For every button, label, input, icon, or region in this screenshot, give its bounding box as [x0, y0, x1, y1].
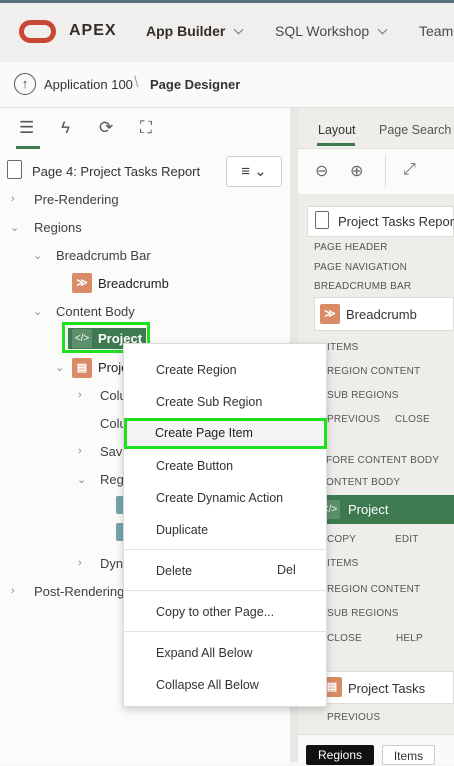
chevron-down-icon[interactable]: ⌄ — [33, 305, 42, 318]
tab-items[interactable]: Items — [382, 745, 435, 765]
chevron-down-icon[interactable]: ⌄ — [10, 221, 19, 234]
tree-content-body[interactable]: Content Body — [56, 304, 135, 319]
chevron-down-icon[interactable]: ⌄ — [77, 473, 86, 486]
toolbar-divider — [385, 155, 386, 187]
nav-app-builder-label: App Builder — [146, 23, 226, 39]
code-icon: </> — [72, 329, 92, 348]
brand-name[interactable]: APEX — [69, 22, 117, 40]
menu-divider — [124, 631, 328, 632]
zoom-out-icon[interactable]: ⊖ — [315, 161, 328, 181]
menu-expand-all-below[interactable]: Expand All Below — [156, 646, 253, 660]
report-region-icon: ▤ — [72, 358, 92, 378]
menu-create-page-item[interactable]: Create Page Item — [124, 418, 327, 449]
rendering-tab-icon[interactable]: ☰ — [19, 118, 34, 138]
menu-create-button[interactable]: Create Button — [156, 459, 233, 473]
chevron-down-icon[interactable]: ⌄ — [55, 361, 64, 374]
label-previous: PREVIOUS — [327, 414, 381, 425]
page-title: Page 4: Project Tasks Report — [32, 164, 201, 179]
chevron-down-icon — [377, 24, 388, 35]
chevron-right-icon[interactable]: › — [11, 585, 15, 597]
label-region-content: REGION CONTENT — [327, 366, 421, 377]
zoom-in-icon[interactable]: ⊕ — [350, 161, 363, 181]
label-items-2: ITEMS — [327, 558, 359, 569]
menu-create-dynamic-action[interactable]: Create Dynamic Action — [156, 491, 283, 505]
chevron-right-icon[interactable]: › — [78, 445, 82, 457]
nav-team-label: Team — [419, 23, 454, 39]
tree-breadcrumb-bar[interactable]: Breadcrumb Bar — [56, 248, 151, 263]
label-help: HELP — [396, 633, 423, 644]
active-tab-indicator — [317, 143, 355, 146]
menu-divider — [124, 549, 328, 550]
label-copy: COPY — [327, 534, 357, 545]
page-icon — [7, 160, 22, 179]
label-sub-regions-2: SUB REGIONS — [327, 608, 399, 619]
context-menu: Create Region Create Sub Region Create B… — [123, 343, 328, 707]
page-menu-button[interactable]: ≡ ⌄ — [226, 156, 282, 187]
breadcrumb-card-title: Breadcrumb — [346, 307, 417, 322]
menu-create-region[interactable]: Create Region — [156, 363, 237, 377]
nav-team[interactable]: Team — [419, 23, 453, 39]
label-items: ITEMS — [327, 342, 359, 353]
breadcrumb-region-icon: ≫ — [72, 273, 92, 293]
label-close-2: CLOSE — [327, 633, 362, 644]
label-edit: EDIT — [395, 534, 419, 545]
menu-create-page-item-label: Create Page Item — [155, 426, 253, 440]
chevron-right-icon[interactable]: › — [78, 557, 82, 569]
active-tab-indicator — [16, 146, 40, 149]
expand-icon[interactable]: ⤢ — [403, 161, 416, 179]
dynamic-actions-icon[interactable]: ϟ — [61, 118, 70, 138]
menu-divider — [124, 590, 328, 591]
label-previous-2: PREVIOUS — [327, 712, 381, 723]
menu-delete[interactable]: Delete — [156, 564, 192, 578]
label-content-body: ONTENT BODY — [326, 477, 401, 488]
menu-collapse-all-below[interactable]: Collapse All Below — [156, 678, 259, 692]
menu-create-sub-region[interactable]: Create Sub Region — [156, 395, 262, 409]
processing-icon[interactable]: ⟳ — [99, 118, 113, 138]
breadcrumb-current: Page Designer — [150, 77, 241, 92]
tree-pre-rendering[interactable]: Pre-Rendering — [34, 192, 119, 207]
menu-copy-to-other-page[interactable]: Copy to other Page... — [156, 605, 274, 619]
project-card-title: Project — [348, 502, 389, 517]
project-tasks-card-title: Project Tasks — [348, 681, 426, 696]
delete-shortcut-hint: Del — [277, 563, 296, 577]
menu-duplicate[interactable]: Duplicate — [156, 523, 208, 537]
tree-post-rendering[interactable]: Post-Rendering — [34, 584, 124, 599]
page-icon — [315, 211, 329, 229]
label-close: CLOSE — [395, 414, 430, 425]
tree-breadcrumb[interactable]: Breadcrumb — [98, 276, 169, 291]
chevron-down-icon — [233, 24, 244, 35]
label-before-content-body: FORE CONTENT BODY — [326, 455, 440, 466]
tree-regions[interactable]: Regions — [34, 220, 82, 235]
label-page-navigation: PAGE NAVIGATION — [314, 262, 408, 273]
nav-app-builder[interactable]: App Builder — [146, 23, 244, 39]
chevron-down-icon[interactable]: ⌄ — [33, 249, 42, 262]
label-page-header: PAGE HEADER — [314, 242, 388, 253]
label-sub-regions: SUB REGIONS — [327, 390, 399, 401]
breadcrumb-application[interactable]: Application 100 — [44, 77, 133, 92]
shared-components-icon[interactable]: ⛶ — [140, 118, 152, 138]
tab-regions[interactable]: Regions — [306, 745, 374, 765]
nav-sql-workshop-label: SQL Workshop — [275, 23, 370, 39]
nav-sql-workshop[interactable]: SQL Workshop — [275, 23, 388, 39]
label-breadcrumb-bar: BREADCRUMB BAR — [314, 281, 412, 292]
chevron-right-icon[interactable]: › — [78, 389, 82, 401]
breadcrumb-separator: \ — [134, 74, 139, 91]
chevron-right-icon[interactable]: › — [11, 193, 15, 205]
tab-page-search[interactable]: Page Search — [379, 123, 451, 137]
arrow-up-icon[interactable]: ↑ — [14, 73, 36, 95]
breadcrumb-region-icon: ≫ — [320, 304, 340, 324]
label-region-content-2: REGION CONTENT — [327, 584, 421, 595]
tab-layout[interactable]: Layout — [318, 123, 356, 137]
oracle-logo-icon[interactable] — [19, 20, 56, 43]
page-card-title: Project Tasks Report — [338, 214, 454, 229]
